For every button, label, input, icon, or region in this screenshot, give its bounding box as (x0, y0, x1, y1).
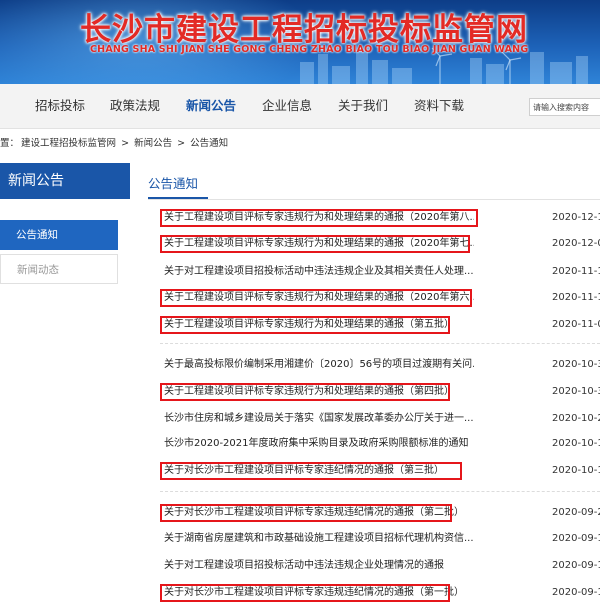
list-item-date: 2020-09-2 (552, 507, 600, 518)
list-item-date: 2020-10-2 (552, 413, 600, 424)
list-item-title[interactable]: 关于工程建设项目评标专家违规行为和处理结果的通报（2020年第六... (164, 288, 474, 308)
nav-item-policy[interactable]: 政策法规 (110, 84, 160, 128)
breadcrumb-news[interactable]: 新闻公告 (134, 138, 172, 149)
nav-item-downloads[interactable]: 资料下载 (414, 84, 464, 128)
list-group-divider (160, 491, 600, 492)
main-nav: 招标投标 政策法规 新闻公告 企业信息 关于我们 资料下载 请输入搜索内容 (0, 84, 600, 129)
sidebar-heading: 新闻公告 (0, 163, 130, 199)
list-item-title[interactable]: 关于湖南省房屋建筑和市政基础设施工程建设项目招标代理机构资信... (164, 529, 474, 549)
breadcrumb-separator: > (177, 138, 186, 149)
nav-item-companies[interactable]: 企业信息 (262, 84, 312, 128)
list-item[interactable]: 长沙市2020-2021年度政府集中采购目录及政府采购限额标准的通知 2020-1… (160, 434, 600, 454)
list-item-date: 2020-10-3 (552, 386, 600, 397)
list-item[interactable]: 关于湖南省房屋建筑和市政基础设施工程建设项目招标代理机构资信... 2020-09… (160, 529, 600, 549)
list-item[interactable]: 关于工程建设项目评标专家违规行为和处理结果的通报（2020年第八... 2020-… (160, 208, 600, 228)
list-item-title[interactable]: 关于工程建设项目评标专家违规行为和处理结果的通报（第五批） (164, 315, 474, 335)
list-item-title[interactable]: 关于工程建设项目评标专家违规行为和处理结果的通报（2020年第八... (164, 208, 474, 228)
list-item-title[interactable]: 关于工程建设项目评标专家违规行为和处理结果的通报（2020年第七... (164, 234, 474, 254)
breadcrumb-current: 公告通知 (190, 138, 229, 149)
list-item-date: 2020-12-1 (552, 212, 600, 223)
list-item[interactable]: 关于对工程建设项目招投标活动中违法违规企业及其相关责任人处理... 2020-11… (160, 262, 600, 282)
list-item[interactable]: 长沙市住房和城乡建设局关于落实《国家发展改革委办公厅关于进一... 2020-10… (160, 409, 600, 429)
list-item[interactable]: 关于对工程建设项目招投标活动中违法违规企业处理情况的通报 2020-09-1 (160, 556, 600, 576)
list-item-title[interactable]: 关于最高投标限价编制采用湘建价〔2020〕56号的项目过渡期有关问... (164, 355, 474, 375)
list-item[interactable]: 关于对长沙市工程建设项目评标专家违纪情况的通报（第三批） 2020-10-1 (160, 461, 600, 481)
search-input[interactable]: 请输入搜索内容 (529, 98, 600, 116)
list-item-date: 2020-11-0 (552, 319, 600, 330)
content-title-underline (148, 197, 208, 199)
nav-item-bidding[interactable]: 招标投标 (35, 84, 85, 128)
list-item-date: 2020-11-1 (552, 292, 600, 303)
list-item[interactable]: 关于对长沙市工程建设项目评标专家违规违纪情况的通报（第二批） 2020-09-2 (160, 503, 600, 523)
list-item-date: 2020-11-1 (552, 266, 600, 277)
list-item-title[interactable]: 关于对工程建设项目招投标活动中违法违规企业处理情况的通报 (164, 556, 474, 576)
list-item-date: 2020-10-1 (552, 438, 600, 449)
list-group-divider (160, 343, 600, 344)
breadcrumb-prefix: 置： (0, 138, 20, 149)
nav-item-news[interactable]: 新闻公告 (186, 84, 236, 128)
sidebar-item-news-updates[interactable]: 新闻动态 (0, 254, 118, 284)
list-item-title[interactable]: 长沙市住房和城乡建设局关于落实《国家发展改革委办公厅关于进一... (164, 409, 474, 429)
list-item[interactable]: 关于工程建设项目评标专家违规行为和处理结果的通报（2020年第七... 2020-… (160, 234, 600, 254)
list-item-date: 2020-09-1 (552, 560, 600, 571)
list-item-title[interactable]: 关于对长沙市工程建设项目评标专家违规违纪情况的通报（第二批） (164, 503, 474, 523)
content-header: 公告通知 (148, 163, 600, 200)
list-item-date: 2020-12-0 (552, 238, 600, 249)
list-item-title[interactable]: 关于工程建设项目评标专家违规行为和处理结果的通报（第四批） (164, 382, 474, 402)
list-item-date: 2020-10-3 (552, 359, 600, 370)
list-item-date: 2020-09-1 (552, 533, 600, 544)
list-item[interactable]: 关于工程建设项目评标专家违规行为和处理结果的通报（2020年第六... 2020-… (160, 288, 600, 308)
list-item[interactable]: 关于最高投标限价编制采用湘建价〔2020〕56号的项目过渡期有关问... 2020… (160, 355, 600, 375)
site-banner: 长沙市建设工程招标投标监管网 CHANG SHA SHI JIAN SHE GO… (0, 0, 600, 84)
list-item-date: 2020-09-1 (552, 587, 600, 598)
list-item-title[interactable]: 长沙市2020-2021年度政府集中采购目录及政府采购限额标准的通知 (164, 434, 474, 454)
list-item[interactable]: 关于工程建设项目评标专家违规行为和处理结果的通报（第五批） 2020-11-0 (160, 315, 600, 335)
list-item-title[interactable]: 关于对工程建设项目招投标活动中违法违规企业及其相关责任人处理... (164, 262, 474, 282)
breadcrumb-separator: > (121, 138, 130, 149)
breadcrumb-home[interactable]: 建设工程招投标监管网 (21, 138, 116, 149)
site-title-pinyin: CHANG SHA SHI JIAN SHE GONG CHENG ZHAO B… (90, 44, 529, 55)
nav-item-about[interactable]: 关于我们 (338, 84, 388, 128)
list-item-title[interactable]: 关于对长沙市工程建设项目评标专家违纪情况的通报（第三批） (164, 461, 474, 481)
list-item[interactable]: 关于工程建设项目评标专家违规行为和处理结果的通报（第四批） 2020-10-3 (160, 382, 600, 402)
list-item-title[interactable]: 关于对长沙市工程建设项目评标专家违规违纪情况的通报（第一批） (164, 583, 474, 603)
content-title: 公告通知 (148, 176, 199, 191)
list-item-date: 2020-10-1 (552, 465, 600, 476)
site-title: 长沙市建设工程招标投标监管网 (80, 12, 528, 48)
list-item[interactable]: 关于对长沙市工程建设项目评标专家违规违纪情况的通报（第一批） 2020-09-1 (160, 583, 600, 603)
sidebar-item-announcements[interactable]: 公告通知 (0, 220, 118, 250)
breadcrumb: 置： 建设工程招投标监管网 > 新闻公告 > 公告通知 (0, 136, 230, 152)
